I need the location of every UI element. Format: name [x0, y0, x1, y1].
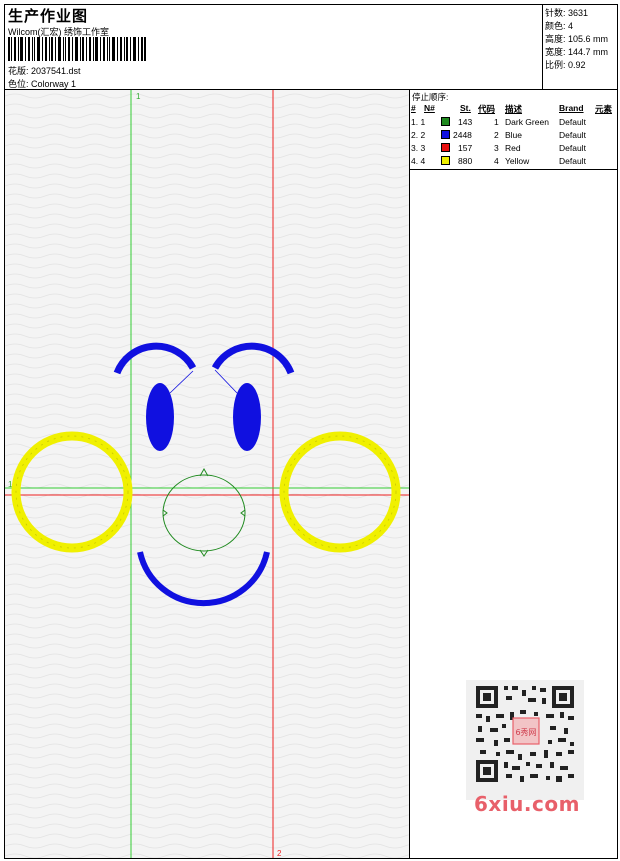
guide-label-top: 1 [136, 92, 141, 101]
column-header-hash: # [411, 103, 416, 113]
site-watermark: 6xiu.com [474, 792, 580, 816]
stat-width: 宽度: 144.7 mm [545, 47, 609, 57]
row-code: 4 [494, 156, 499, 166]
row-code: 2 [494, 130, 499, 140]
stat-height: 高度: 105.6 mm [545, 34, 609, 44]
qr-center-text: 6秀网 [515, 727, 536, 737]
row-stitches: 880 [458, 156, 473, 166]
table-row: 3. 3 157 3 Red Default [410, 143, 617, 156]
colorway-label: 色位: Colorway 1 [8, 79, 77, 89]
qr-code-watermark: 6秀网 [466, 680, 584, 800]
color-swatch [441, 130, 450, 139]
stat-colors: 颜色: 4 [545, 21, 574, 31]
sheet-title: 生产作业图 [8, 8, 89, 25]
column-header-code: 代码 [478, 104, 496, 114]
row-index: 4. 4 [411, 156, 426, 166]
row-description: Dark Green [505, 117, 549, 127]
row-stitches: 2448 [453, 130, 472, 140]
table-row: 4. 4 880 4 Yellow Default [410, 156, 617, 169]
row-code: 3 [494, 143, 499, 153]
color-swatch [441, 143, 450, 152]
row-description: Blue [505, 130, 523, 140]
table-row: 2. 2 2448 2 Blue Default [410, 130, 617, 143]
row-index: 3. 3 [411, 143, 426, 153]
sheet-header: 生产作业图 Wilcom(汇宏) 绣饰工作室 花版: 2037541.dst 色… [5, 5, 617, 90]
row-index: 2. 2 [411, 130, 426, 140]
stop-sequence-panel: 停止顺序: # N# St. 代码 描述 Brand 元素 1. 1 143 1… [410, 90, 617, 170]
stat-scale: 比例: 0.92 [545, 60, 586, 70]
column-header-element: 元素 [595, 104, 613, 114]
stats-box: 针数: 3631 颜色: 4 高度: 105.6 mm 宽度: 144.7 mm… [542, 5, 618, 89]
row-description: Red [505, 143, 521, 153]
column-header-description: 描述 [505, 104, 523, 114]
table-row: 1. 1 143 1 Dark Green Default [410, 117, 617, 130]
design-preview: 1 2 1 2 [5, 90, 409, 858]
row-stitches: 143 [458, 117, 473, 127]
barcode-icon [8, 37, 146, 61]
color-swatch [441, 156, 450, 165]
right-eye [233, 383, 261, 451]
guide-label-bottom: 2 [277, 849, 282, 858]
row-index: 1. 1 [411, 117, 426, 127]
design-canvas: 1 2 1 2 [5, 90, 410, 858]
design-file-label: 花版: 2037541.dst [8, 66, 81, 76]
left-eye [146, 383, 174, 451]
row-stitches: 157 [458, 143, 473, 153]
color-swatch [441, 117, 450, 126]
column-header-stitches: St. [460, 103, 471, 113]
column-header-brand: Brand [559, 103, 584, 113]
row-description: Yellow [505, 156, 530, 166]
row-brand: Default [559, 130, 586, 140]
row-code: 1 [494, 117, 499, 127]
stop-sequence-title: 停止顺序: [412, 92, 449, 102]
row-brand: Default [559, 156, 586, 166]
stat-stitches: 针数: 3631 [545, 8, 589, 18]
qr-code-icon: 6秀网 [476, 686, 574, 782]
row-brand: Default [559, 143, 586, 153]
row-brand: Default [559, 117, 586, 127]
column-header-number: N# [424, 103, 435, 113]
